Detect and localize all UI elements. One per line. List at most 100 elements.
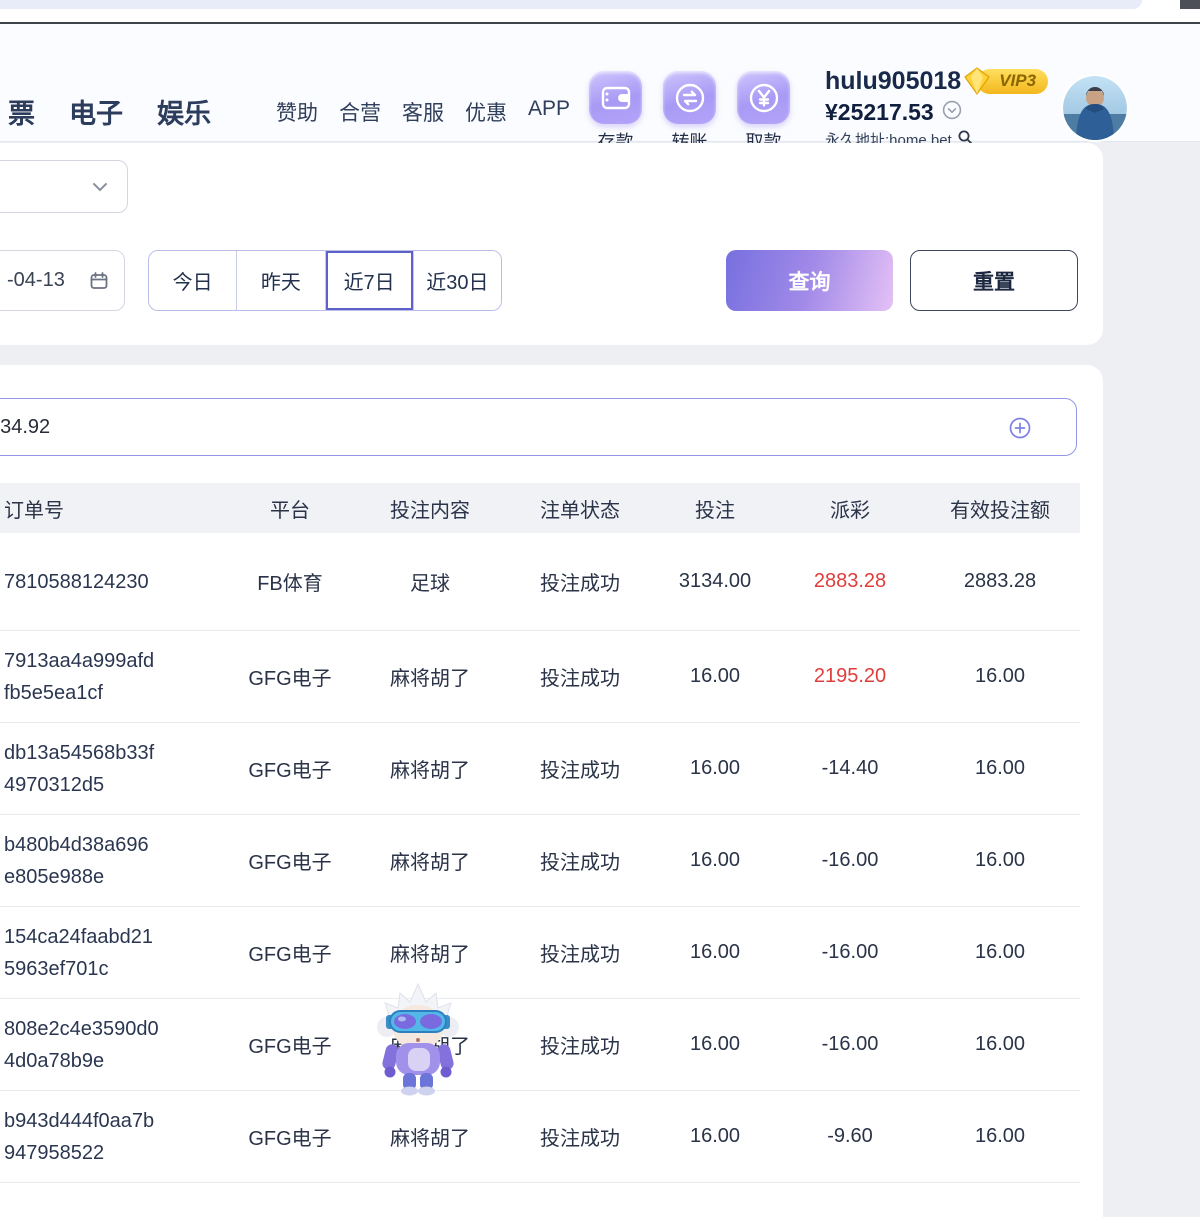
bet-amount-cell: 16.00 [650, 1125, 780, 1148]
order-number-cell: 808e2c4e3590d04d0a78b9e [0, 1013, 230, 1077]
status-cell: 投注成功 [510, 754, 650, 783]
order-number-cell: 7810588124230 [0, 566, 230, 598]
nav-item-客服[interactable]: 客服 [402, 97, 444, 127]
payout-cell: -16.00 [780, 941, 920, 964]
platform-cell: GFG电子 [230, 754, 350, 783]
status-cell: 投注成功 [510, 846, 650, 875]
nav-item-APP[interactable]: APP [528, 97, 570, 127]
bet-content-cell: 麻将胡了 [350, 846, 510, 875]
column-header: 投注 [650, 494, 780, 523]
table-row[interactable]: b480b4d38a696e805e988eGFG电子麻将胡了投注成功16.00… [0, 814, 1080, 906]
reset-button[interactable]: 重置 [910, 250, 1078, 311]
betting-records-page: 票电子娱乐 赞助合营客服优惠 APP 存款 [0, 0, 1200, 1217]
column-header: 有效投注额 [920, 494, 1080, 523]
bet-content-cell: 麻将胡了 [350, 662, 510, 691]
user-avatar[interactable] [1063, 76, 1127, 140]
summary-bar: 534.92 [0, 398, 1077, 456]
bet-amount-cell: 16.00 [650, 849, 780, 872]
order-number-cell: 7913aa4a999afdfb5e5ea1cf [0, 645, 230, 709]
filter-card [0, 143, 1103, 345]
balance-toggle-icon[interactable] [942, 100, 962, 125]
site-header: 票电子娱乐 赞助合营客服优惠APP 存款 [0, 24, 1200, 142]
primary-nav: 票电子娱乐 [8, 92, 211, 131]
column-header: 派彩 [780, 494, 920, 523]
table-header-row: 订单号平台投注内容注单状态投注派彩有效投注额 [0, 483, 1080, 533]
quick-date-昨天[interactable]: 昨天 [236, 251, 324, 310]
table-row[interactable]: 808e2c4e3590d04d0a78b9eGFG电子麻将胡了投注成功16.0… [0, 998, 1080, 1090]
browser-address-bar [0, 0, 1142, 9]
deposit-button[interactable]: 存款 [589, 71, 642, 154]
table-row[interactable]: b943d444f0aa7b947958522GFG电子麻将胡了投注成功16.0… [0, 1090, 1080, 1182]
valid-bet-cell: 16.00 [920, 1125, 1080, 1148]
platform-cell: FB体育 [230, 567, 350, 596]
payout-cell: 2883.28 [780, 570, 920, 593]
order-number-line: e805e988e [4, 861, 230, 893]
order-number-line: fb5e5ea1cf [4, 677, 230, 709]
valid-bet-cell: 16.00 [920, 849, 1080, 872]
table-body: 7810588124230FB体育足球投注成功3134.002883.28288… [0, 533, 1080, 1217]
status-cell: 投注成功 [510, 567, 650, 596]
bet-content-cell: 麻将胡了 [350, 938, 510, 967]
query-button[interactable]: 查询 [726, 250, 893, 311]
date-input[interactable]: -04-13 [0, 250, 125, 311]
payout-cell: -9.60 [780, 1125, 920, 1148]
table-row[interactable]: 154ca24faabd215963ef701cGFG电子麻将胡了投注成功16.… [0, 906, 1080, 998]
balance-amount: ¥25217.53 [825, 99, 934, 126]
username[interactable]: hulu905018 [825, 67, 961, 96]
quick-date-近30日[interactable]: 近30日 [413, 251, 501, 310]
table-row[interactable]: d0b273435894bGFG电子麻将胡了投注成功16.00-16.0016.… [0, 1182, 1080, 1217]
transfer-button[interactable]: 转账 [663, 71, 716, 154]
order-number-line: db13a54568b33f [4, 737, 230, 769]
order-number-line: 808e2c4e3590d0 [4, 1013, 230, 1045]
bet-content-cell: 麻将胡了 [350, 1122, 510, 1151]
payout-cell: -16.00 [780, 849, 920, 872]
bet-amount-cell: 16.00 [650, 757, 780, 780]
order-number-cell: b943d444f0aa7b947958522 [0, 1105, 230, 1169]
nav-item-优惠[interactable]: 优惠 [465, 97, 507, 127]
bet-records-table: 订单号平台投注内容注单状态投注派彩有效投注额 7810588124230FB体育… [0, 483, 1080, 1217]
game-type-select[interactable] [0, 160, 128, 213]
nav-item-电子[interactable]: 电子 [69, 92, 123, 131]
secondary-nav: 赞助合营客服优惠 APP [276, 97, 570, 127]
platform-cell: GFG电子 [230, 938, 350, 967]
status-cell: 投注成功 [510, 1122, 650, 1151]
quick-date-近7日[interactable]: 近7日 [325, 251, 413, 310]
order-number-line: 7913aa4a999afd [4, 645, 230, 677]
valid-bet-cell: 16.00 [920, 757, 1080, 780]
column-header: 订单号 [0, 494, 230, 523]
valid-bet-cell: 16.00 [920, 1033, 1080, 1056]
status-cell: 投注成功 [510, 1030, 650, 1059]
status-cell: 投注成功 [510, 938, 650, 967]
status-cell: 投注成功 [510, 662, 650, 691]
order-number-line: 4d0a78b9e [4, 1045, 230, 1077]
bet-content-cell: 麻将胡了 [350, 754, 510, 783]
order-number-cell: b480b4d38a696e805e988e [0, 829, 230, 893]
vip-gem-icon [961, 65, 993, 102]
bet-amount-cell: 3134.00 [650, 570, 780, 593]
nav-item-赞助[interactable]: 赞助 [276, 97, 318, 127]
table-row[interactable]: db13a54568b33f4970312d5GFG电子麻将胡了投注成功16.0… [0, 722, 1080, 814]
bet-amount-cell: 16.00 [650, 665, 780, 688]
table-row[interactable]: 7913aa4a999afdfb5e5ea1cfGFG电子麻将胡了投注成功16.… [0, 630, 1080, 722]
nav-item-娱乐[interactable]: 娱乐 [157, 92, 211, 131]
bet-amount-cell: 16.00 [650, 941, 780, 964]
vip-badge[interactable]: VIP3 [977, 69, 1048, 94]
transfer-icon [663, 71, 716, 124]
summary-value: 534.92 [0, 416, 50, 439]
quick-date-今日[interactable]: 今日 [149, 251, 236, 310]
bet-amount-cell: 16.00 [650, 1033, 780, 1056]
nav-item-合营[interactable]: 合营 [339, 97, 381, 127]
mascot-widget[interactable] [372, 982, 464, 1096]
order-number-cell: 154ca24faabd215963ef701c [0, 921, 230, 985]
table-row[interactable]: 7810588124230FB体育足球投注成功3134.002883.28288… [0, 533, 1080, 630]
withdraw-button[interactable]: 取款 [737, 71, 790, 154]
browser-window-control[interactable] [1180, 0, 1200, 9]
nav-item-票[interactable]: 票 [8, 92, 35, 131]
platform-cell: GFG电子 [230, 662, 350, 691]
order-number-line: d0b273435894b [4, 1213, 230, 1217]
browser-chrome [0, 0, 1200, 22]
column-header: 注单状态 [510, 494, 650, 523]
expand-plus-icon[interactable] [1008, 416, 1032, 445]
payout-cell: 2195.20 [780, 665, 920, 688]
platform-cell: GFG电子 [230, 846, 350, 875]
